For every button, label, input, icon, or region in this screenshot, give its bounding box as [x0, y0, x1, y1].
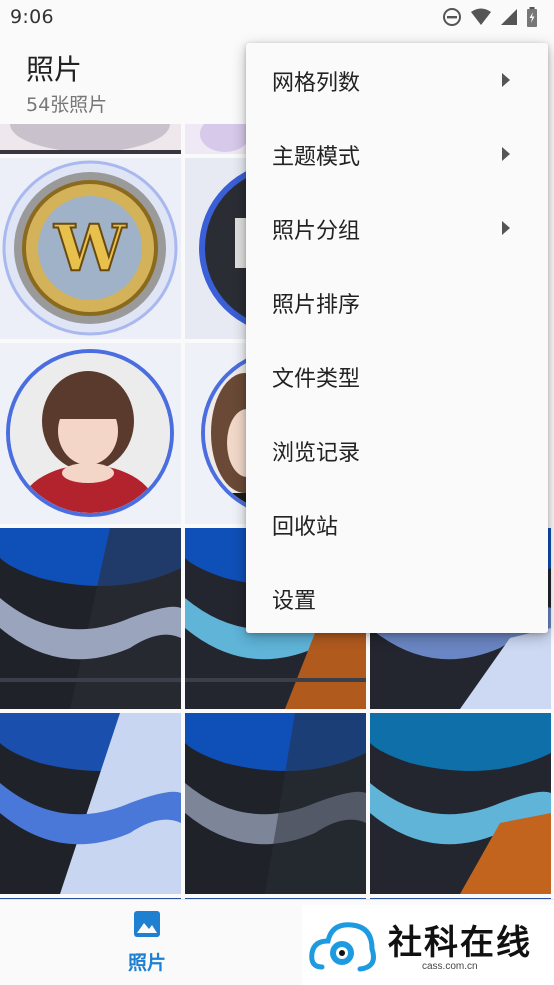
photo-thumbnail[interactable] [0, 528, 181, 709]
menu-item-label: 主题模式 [272, 145, 361, 170]
photo-thumbnail[interactable] [0, 124, 181, 154]
status-time: 9:06 [10, 6, 54, 28]
menu-item-label: 设置 [272, 589, 317, 614]
menu-item-label: 回收站 [272, 515, 339, 540]
image-icon [133, 910, 161, 942]
do-not-disturb-icon [442, 7, 462, 31]
menu-item-label: 文件类型 [272, 367, 361, 392]
watermark-title: 社科在线 [388, 923, 532, 963]
menu-item-label: 网格列数 [272, 71, 361, 96]
menu-item-theme-mode[interactable]: 主题模式 [246, 117, 548, 191]
menu-item-label: 照片排序 [272, 293, 361, 318]
status-icons [442, 7, 538, 31]
photo-thumbnail[interactable] [0, 343, 181, 524]
status-bar: 9:06 [0, 0, 554, 38]
menu-item-grid-columns[interactable]: 网格列数 [246, 43, 548, 117]
photo-count: 54张照片 [26, 94, 108, 116]
submenu-arrow-icon [502, 221, 510, 235]
photo-thumbnail[interactable]: W [0, 158, 181, 339]
menu-item-label: 照片分组 [272, 219, 361, 244]
wifi-icon [470, 8, 492, 30]
overflow-menu: 网格列数 主题模式 照片分组 照片排序 文件类型 浏览记录 回收站 设置 [246, 43, 548, 633]
nav-tab-photos[interactable]: 照片 [106, 908, 188, 980]
submenu-arrow-icon [502, 73, 510, 87]
menu-item-photo-sort[interactable]: 照片排序 [246, 265, 548, 339]
menu-item-label: 浏览记录 [272, 441, 361, 466]
nav-tab-photos-label: 照片 [127, 952, 166, 974]
cloud-eye-logo-icon [308, 917, 380, 981]
menu-item-browse-history[interactable]: 浏览记录 [246, 413, 548, 487]
menu-item-settings[interactable]: 设置 [246, 561, 548, 635]
svg-text:W: W [53, 211, 127, 286]
submenu-arrow-icon [502, 147, 510, 161]
photo-thumbnail[interactable] [0, 713, 181, 894]
menu-item-photo-grouping[interactable]: 照片分组 [246, 191, 548, 265]
photo-row [0, 713, 554, 894]
menu-item-recycle-bin[interactable]: 回收站 [246, 487, 548, 561]
watermark-url: cass.com.cn [422, 961, 478, 972]
signal-icon [500, 8, 518, 30]
watermark: 社科在线 cass.com.cn [302, 905, 554, 985]
page-title: 照片 [26, 53, 83, 86]
photo-thumbnail[interactable] [185, 713, 366, 894]
photo-thumbnail[interactable] [370, 713, 551, 894]
battery-icon [526, 7, 538, 31]
menu-item-file-type[interactable]: 文件类型 [246, 339, 548, 413]
